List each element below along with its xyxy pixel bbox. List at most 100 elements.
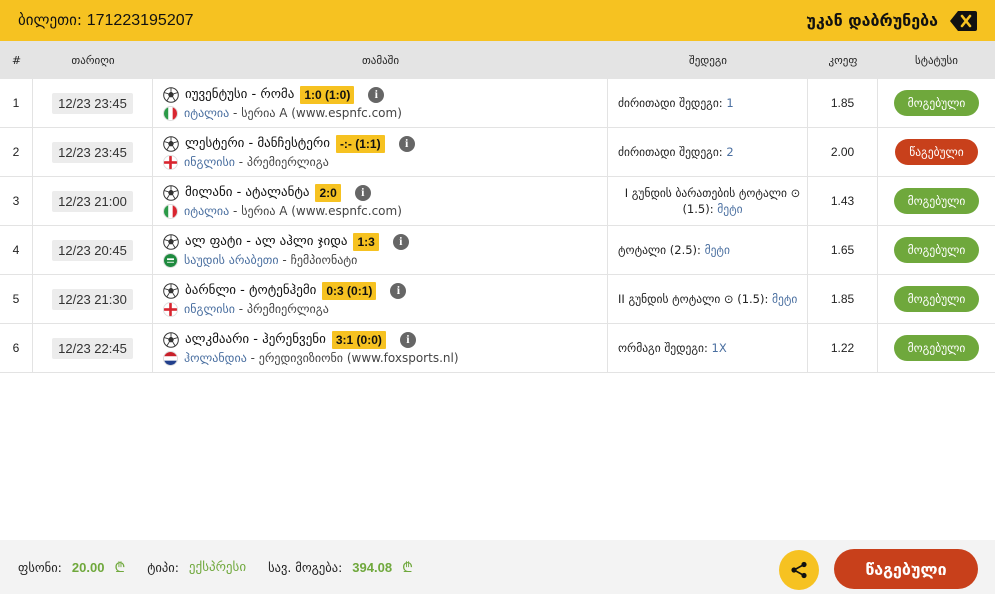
info-icon[interactable]: i bbox=[354, 184, 371, 201]
info-icon[interactable]: i bbox=[399, 331, 416, 348]
soccer-ball-icon bbox=[163, 331, 179, 348]
status-badge[interactable]: მოგებული bbox=[893, 286, 980, 312]
status-badge[interactable]: წაგებული bbox=[895, 139, 978, 165]
ticket-number: 171223195207 bbox=[86, 12, 194, 29]
row-result-cell: I გუნდის ბარათების ტოტალი ⊙ (1.5): მეტი bbox=[608, 177, 808, 225]
selection-value: მეტი bbox=[717, 202, 743, 216]
row-odd: 1.65 bbox=[808, 226, 878, 274]
match-info: ბარნლი - ტოტენჰემი 0:3 (0:1) i ინგლისი -… bbox=[163, 281, 407, 317]
table-row: 2 12/23 23:45 ლესტერი - მანჩესტერი -:- (… bbox=[0, 128, 995, 177]
match-teams: იუვენტუსი - რომა bbox=[185, 87, 295, 102]
country-name: საუდის არაბეთი bbox=[184, 253, 279, 267]
row-result-cell: ძირითადი შედეგი: 2 bbox=[608, 128, 808, 176]
row-date-cell: 12/23 21:00 bbox=[33, 177, 153, 225]
possible-win-summary: სავ. მოგება: 394.08 ₾ bbox=[268, 558, 413, 577]
ticket-label: ბილეთი: bbox=[18, 11, 82, 29]
match-teams: ალ ფატი - ალ აჰლი ჯიდა bbox=[185, 234, 348, 249]
league-info: ჰოლანდია - ერედივიზიონი (www.foxsports.n… bbox=[184, 351, 459, 365]
match-date: 12/23 20:45 bbox=[52, 239, 133, 261]
country-name: იტალია bbox=[184, 204, 230, 218]
col-header-num: # bbox=[11, 53, 22, 67]
market-label: ორმაგი შედეგი: bbox=[618, 341, 708, 355]
saudi-flag-icon bbox=[163, 252, 178, 268]
table-row: 5 12/23 21:30 ბარნლი - ტოტენჰემი 0:3 (0:… bbox=[0, 275, 995, 324]
bet-selection: ძირითადი შედეგი: 2 bbox=[618, 144, 734, 160]
match-info: იუვენტუსი - რომა 1:0 (1:0) i იტალია - სე… bbox=[163, 85, 402, 121]
bet-selection: II გუნდის ტოტალი ⊙ (1.5): მეტი bbox=[618, 291, 797, 307]
market-label: ძირითადი შედეგი: bbox=[618, 96, 723, 110]
league-info: საუდის არაბეთი - ჩემპიონატი bbox=[184, 253, 357, 267]
match-line: ალ ფატი - ალ აჰლი ჯიდა 1:3 i bbox=[163, 232, 409, 251]
row-date-cell: 12/23 23:45 bbox=[33, 79, 153, 127]
match-score: 2:0 bbox=[315, 183, 341, 202]
row-status-cell: მოგებული bbox=[878, 324, 995, 372]
status-badge[interactable]: მოგებული bbox=[893, 188, 980, 214]
status-badge[interactable]: მოგებული bbox=[893, 335, 980, 361]
bet-selection: I გუნდის ბარათების ტოტალი ⊙ (1.5): მეტი bbox=[618, 185, 807, 217]
soccer-ball-icon bbox=[163, 233, 179, 250]
selection-value: 1X bbox=[711, 341, 727, 355]
league-line: იტალია - სერია A (www.espnfc.com) bbox=[163, 203, 402, 219]
netherlands-flag-icon bbox=[163, 350, 178, 366]
league-info: იტალია - სერია A (www.espnfc.com) bbox=[184, 106, 402, 120]
info-icon[interactable]: i bbox=[390, 282, 407, 299]
country-name: ინგლისი bbox=[184, 302, 235, 316]
back-label: უკან დაბრუნება bbox=[806, 11, 938, 30]
row-odd: 1.43 bbox=[808, 177, 878, 225]
back-button[interactable]: უკან დაბრუნება bbox=[806, 10, 977, 31]
row-number: 3 bbox=[0, 177, 33, 225]
status-badge[interactable]: მოგებული bbox=[893, 237, 980, 263]
match-teams: ლესტერი - მანჩესტერი bbox=[185, 136, 330, 151]
info-icon[interactable]: i bbox=[392, 233, 409, 250]
col-header-odd: კოეფ bbox=[828, 53, 858, 67]
row-number: 4 bbox=[0, 226, 33, 274]
match-date: 12/23 22:45 bbox=[52, 337, 133, 359]
soccer-ball-icon bbox=[163, 86, 179, 103]
row-number: 1 bbox=[0, 79, 33, 127]
league-info: ინგლისი - პრემიერლიგა bbox=[184, 155, 329, 169]
type-value: ექსპრესი bbox=[188, 559, 247, 575]
country-name: ჰოლანდია bbox=[184, 351, 247, 365]
ticket-status-button[interactable]: წაგებული bbox=[834, 549, 978, 589]
row-odd: 1.22 bbox=[808, 324, 878, 372]
row-game-cell: ბარნლი - ტოტენჰემი 0:3 (0:1) i ინგლისი -… bbox=[153, 275, 608, 323]
match-line: ბარნლი - ტოტენჰემი 0:3 (0:1) i bbox=[163, 281, 407, 300]
row-odd: 1.85 bbox=[808, 275, 878, 323]
possible-win-value: 394.08 bbox=[352, 559, 393, 575]
market-label: ტოტალი (2.5): bbox=[618, 243, 701, 257]
row-status-cell: მოგებული bbox=[878, 177, 995, 225]
row-odd: 2.00 bbox=[808, 128, 878, 176]
soccer-ball-icon bbox=[163, 184, 179, 201]
stake-value: 20.00 bbox=[71, 559, 105, 575]
row-result-cell: ძირითადი შედეგი: 1 bbox=[608, 79, 808, 127]
match-info: ალ ფატი - ალ აჰლი ჯიდა 1:3 i საუდის არაბ… bbox=[163, 232, 409, 268]
info-icon[interactable]: i bbox=[368, 86, 385, 103]
match-teams: ბარნლი - ტოტენჰემი bbox=[185, 283, 317, 298]
country-name: ინგლისი bbox=[184, 155, 235, 169]
bet-selection: ორმაგი შედეგი: 1X bbox=[618, 340, 727, 356]
row-status-cell: მოგებული bbox=[878, 275, 995, 323]
row-result-cell: ტოტალი (2.5): მეტი bbox=[608, 226, 808, 274]
ticket-id: ბილეთი: 171223195207 bbox=[18, 11, 194, 30]
match-score: 1:3 bbox=[353, 232, 379, 251]
italy-flag-icon bbox=[163, 203, 178, 219]
match-line: ალკმაარი - ჰერენვენი 3:1 (0:0) i bbox=[163, 330, 459, 349]
share-button[interactable] bbox=[779, 550, 819, 590]
table-header: # თარიღი თამაში შედეგი კოეფ სტატუსი bbox=[0, 41, 995, 79]
ticket-header: ბილეთი: 171223195207 უკან დაბრუნება bbox=[0, 0, 995, 41]
row-status-cell: მოგებული bbox=[878, 79, 995, 127]
league-name: - ერედივიზიონი (www.foxsports.nl) bbox=[246, 351, 459, 365]
league-name: - ჩემპიონატი bbox=[278, 253, 358, 267]
league-info: ინგლისი - პრემიერლიგა bbox=[184, 302, 329, 316]
match-date: 12/23 23:45 bbox=[52, 141, 133, 163]
status-badge[interactable]: მოგებული bbox=[893, 90, 980, 116]
type-summary: ტიპი: ექსპრესი bbox=[147, 560, 246, 575]
row-game-cell: ლესტერი - მანჩესტერი -:- (1:1) i ინგლისი… bbox=[153, 128, 608, 176]
table-row: 3 12/23 21:00 მილანი - ატალანტა 2:0 i იტ… bbox=[0, 177, 995, 226]
info-icon[interactable]: i bbox=[398, 135, 415, 152]
col-header-game: თამაში bbox=[361, 53, 400, 67]
match-date: 12/23 23:45 bbox=[52, 92, 133, 114]
bets-table: 1 12/23 23:45 იუვენტუსი - რომა 1:0 (1:0)… bbox=[0, 79, 995, 373]
league-info: იტალია - სერია A (www.espnfc.com) bbox=[184, 204, 402, 218]
stake-summary: ფსონი: 20.00 ₾ bbox=[18, 558, 125, 577]
